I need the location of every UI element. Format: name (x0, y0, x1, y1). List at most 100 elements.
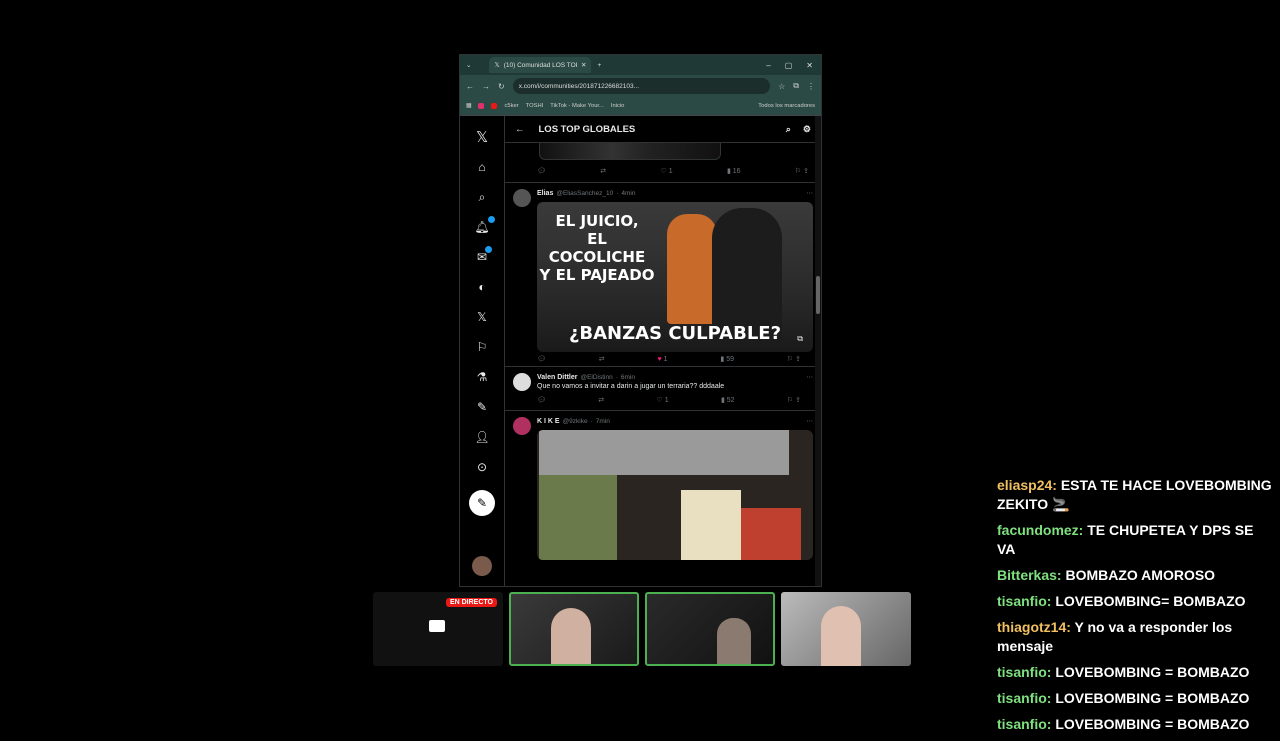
like-button[interactable]: ♡ 1 (660, 167, 672, 175)
display-name[interactable]: K I K E (537, 418, 560, 425)
views-button[interactable]: ▮ 52 (721, 396, 735, 404)
views-button[interactable]: ▮ 16 (727, 167, 741, 175)
post-elias[interactable]: Elias @EliasSanchez_10 · 4min ⋯ EL JUICI… (505, 183, 821, 367)
forward-icon[interactable]: → (482, 82, 490, 91)
active-tab[interactable]: 𝕏 (10) Comunidad LOS TOP GLOB... ✕ (489, 57, 592, 73)
views-button[interactable]: ▮ 59 (720, 355, 734, 363)
like-button[interactable]: ♥ 1 (658, 356, 668, 363)
handle[interactable]: @ElDistinn (580, 374, 612, 381)
chat-username[interactable]: tisanfio: (997, 690, 1051, 706)
x-app: 𝕏 ⌂ ⌕ 🔔︎ ✉ ◐ 𝕏 ⚐ ⚗ ✎ 👤︎ ⊙ ✎ ← LOS TOP GL… (460, 116, 821, 586)
more-options-icon[interactable]: ⋯ (807, 417, 814, 425)
more-options-icon[interactable]: ⋯ (807, 373, 814, 381)
avatar[interactable] (513, 189, 531, 207)
close-window-icon[interactable]: ✕ (806, 61, 813, 70)
like-button[interactable]: ♡ 1 (656, 396, 668, 404)
post-video[interactable]: EL JUICIO, EL COCOLICHE Y EL PAJEADO ¿BA… (537, 202, 813, 352)
bookmark-share-icons[interactable]: ⚐ ⇪ (795, 167, 809, 175)
apps-icon[interactable]: ▦ (466, 103, 471, 109)
display-name[interactable]: Valen Dittler (537, 374, 577, 381)
post-valen[interactable]: Valen Dittler @ElDistinn · 6min ⋯ Que no… (505, 367, 821, 411)
all-bookmarks[interactable]: Todos los marcadores (758, 103, 815, 109)
instagram-icon[interactable] (478, 103, 485, 109)
reply-icon[interactable]: 💬︎ (537, 396, 546, 404)
bookmark-toshi[interactable]: TOSHI (526, 103, 544, 109)
chat-username[interactable]: facundomez: (997, 522, 1083, 538)
bookmark-tiktok[interactable]: TikTok - Make Your... (550, 103, 604, 109)
url-text: x.com/i/communities/201871226682103... (518, 82, 640, 90)
webcam-tile-3[interactable] (781, 592, 911, 666)
chat-text: LOVEBOMBING = BOMBAZO (1055, 690, 1250, 706)
bookmark-share-icons[interactable]: ⚐ ⇪ (787, 396, 801, 404)
grok-icon[interactable]: ◐ (478, 272, 485, 302)
minimize-icon[interactable]: – (766, 61, 770, 70)
chat-username[interactable]: tisanfio: (997, 593, 1051, 609)
chat-username[interactable]: Bitterkas: (997, 567, 1062, 583)
tab-bar: ⌄ 𝕏 (10) Comunidad LOS TOP GLOB... ✕ + –… (460, 55, 821, 75)
messages-icon[interactable]: ✉ (477, 242, 493, 272)
communities-icon[interactable]: ✎ (477, 392, 487, 422)
webcam-tile-2[interactable] (645, 592, 775, 666)
premium-icon[interactable]: 𝕏 (477, 302, 487, 332)
timestamp[interactable]: 6min (621, 374, 635, 381)
chat-username[interactable]: eliasp24: (997, 477, 1057, 493)
extensions-icon[interactable]: ⧉ (793, 81, 799, 91)
new-tab-icon[interactable]: + (597, 62, 601, 69)
scrollbar[interactable] (815, 116, 821, 586)
chat-message: tisanfio: LOVEBOMBING = BOMBAZO (997, 663, 1272, 682)
views-count: 16 (732, 168, 741, 175)
maximize-icon[interactable]: ▢ (785, 61, 793, 70)
avatar[interactable] (513, 417, 531, 435)
bookmark-c5ker[interactable]: c5ker (504, 103, 518, 109)
repost-icon[interactable]: ⇄ (599, 355, 605, 363)
bookmark-inicio[interactable]: Inicio (611, 103, 625, 109)
profile-icon[interactable]: 👤︎ (474, 422, 489, 452)
bookmark-share-icons[interactable]: ⚐ ⇪ (787, 355, 801, 363)
notifications-icon[interactable]: 🔔︎ (474, 212, 495, 242)
repost-icon[interactable]: ⇄ (600, 167, 606, 175)
reload-icon[interactable]: ↻ (498, 82, 505, 91)
x-logo-icon[interactable]: 𝕏 (476, 122, 488, 152)
explore-icon[interactable]: ⌕ (479, 182, 486, 212)
back-arrow-icon[interactable]: ← (515, 124, 525, 135)
more-options-icon[interactable]: ⋯ (807, 189, 814, 197)
account-avatar[interactable] (472, 556, 492, 576)
post-kike[interactable]: K I K E @9zkike · 7min ⋯ (505, 411, 821, 560)
more-icon[interactable]: ⊙ (477, 452, 487, 482)
repost-icon[interactable]: ⇄ (598, 396, 604, 404)
handle[interactable]: @EliasSanchez_10 (556, 190, 613, 197)
handle[interactable]: @9zkike (563, 418, 588, 425)
tab-close-icon[interactable]: ✕ (581, 61, 586, 69)
youtube-icon[interactable] (491, 103, 498, 109)
chat-username[interactable]: tisanfio: (997, 716, 1051, 732)
display-name[interactable]: Elias (537, 190, 553, 197)
webcam-tile-1[interactable] (509, 592, 639, 666)
timestamp[interactable]: 7min (596, 418, 610, 425)
post-button[interactable]: ✎ (469, 490, 495, 516)
settings-icon[interactable]: ⚙ (803, 124, 811, 135)
screen-share-tile[interactable]: EN DIRECTO (373, 592, 503, 666)
jobs-icon[interactable]: ⚗ (477, 362, 488, 392)
star-icon[interactable]: ☆ (778, 82, 785, 91)
tab-search-icon[interactable]: ⌄ (466, 61, 471, 69)
back-icon[interactable]: ← (466, 82, 474, 91)
timestamp[interactable]: 4min (621, 190, 635, 197)
post-actions: 💬︎ ⇄ ♡ 1 ▮ 52 ⚐ ⇪ (537, 390, 813, 410)
chat-username[interactable]: tisanfio: (997, 664, 1051, 680)
url-field[interactable]: x.com/i/communities/201871226682103... (512, 78, 771, 94)
reply-icon[interactable]: 💬︎ (537, 355, 546, 363)
scrollbar-thumb[interactable] (816, 276, 820, 314)
search-icon[interactable]: ⌕ (786, 124, 791, 135)
home-icon[interactable]: ⌂ (478, 152, 485, 182)
menu-icon[interactable]: ⋮ (807, 82, 815, 91)
video-line-3: Y EL PAJEADO (539, 266, 655, 284)
video-caption: ¿BANZAS CULPABLE? (568, 323, 782, 344)
reply-icon[interactable]: 💬︎ (537, 167, 546, 175)
gif-icon[interactable]: ⧉ (797, 334, 803, 344)
chat-username[interactable]: thiagotz14: (997, 619, 1071, 635)
bookmarks-icon[interactable]: ⚐ (477, 332, 488, 362)
chat-message: tisanfio: LOVEBOMBING = BOMBAZO (997, 689, 1272, 708)
media-thumbnail[interactable] (539, 143, 721, 160)
post-image[interactable] (537, 430, 813, 560)
avatar[interactable] (513, 373, 531, 391)
